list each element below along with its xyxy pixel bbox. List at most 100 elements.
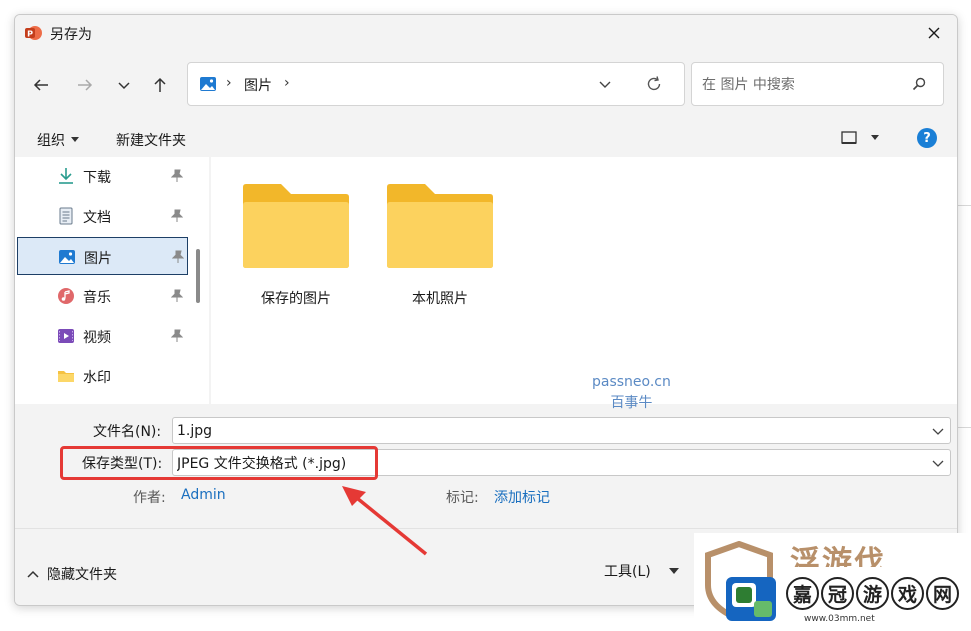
close-button[interactable] — [911, 15, 957, 51]
forward-button[interactable] — [71, 71, 99, 99]
backdrop-line — [958, 205, 971, 206]
folder-item[interactable]: 本机照片 — [385, 183, 495, 313]
logo-char: 戏 — [891, 577, 924, 610]
site-logo: 浮游伐 嘉 冠 游 戏 网 www.03mm.net — [694, 533, 971, 631]
save-form: 文件名(N): 保存类型(T): 作者: Admin 标记: 添加标记 — [15, 404, 957, 528]
filename-label: 文件名(N): — [93, 424, 162, 440]
folder-item[interactable]: 保存的图片 — [241, 183, 351, 313]
help-button[interactable]: ? — [917, 128, 937, 148]
pin-icon[interactable] — [172, 250, 184, 264]
sidebar-item-pictures[interactable]: 图片 — [17, 237, 188, 275]
view-pane-icon — [841, 131, 857, 144]
sidebar-item-label: 文档 — [83, 210, 111, 226]
powerpoint-icon: P — [25, 26, 42, 40]
watermark-text: passneo.cn 百事牛 — [592, 372, 671, 414]
navigation-bar: › 图片 › — [15, 51, 957, 115]
sidebar-item-downloads[interactable]: 下载 — [17, 157, 188, 195]
pin-icon[interactable] — [171, 209, 183, 223]
arrow-up-icon — [154, 77, 166, 92]
hide-folders-label: 隐藏文件夹 — [47, 567, 117, 583]
search-icon[interactable] — [911, 76, 927, 92]
pictures-icon — [58, 248, 76, 266]
logo-char: 冠 — [821, 577, 854, 610]
sidebar-item-label: 视频 — [83, 330, 111, 346]
sidebar-item-music[interactable]: 音乐 — [17, 277, 188, 315]
watermark-line-1: passneo.cn — [592, 374, 671, 390]
tags-value[interactable]: 添加标记 — [494, 487, 550, 507]
tools-button[interactable]: 工具(L) — [604, 561, 679, 581]
video-icon — [57, 327, 75, 345]
folder-name: 本机照片 — [412, 291, 468, 307]
sidebar-item-label: 图片 — [84, 251, 112, 267]
logo-characters: 嘉 冠 游 戏 网 — [786, 577, 959, 610]
organize-button[interactable]: 组织 — [37, 130, 79, 150]
chevron-down-icon[interactable] — [932, 426, 944, 436]
title-bar: P 另存为 — [15, 15, 957, 51]
arrow-right-icon — [78, 79, 93, 91]
pictures-icon — [200, 77, 216, 91]
pin-icon[interactable] — [171, 169, 183, 183]
logo-char: 网 — [926, 577, 959, 610]
recent-locations-button[interactable] — [110, 71, 138, 99]
sidebar-item-label: 水印 — [83, 370, 111, 386]
svg-text:P: P — [27, 30, 33, 39]
breadcrumb-current[interactable]: 图片 — [244, 75, 272, 95]
annotation-arrow-icon — [342, 486, 428, 556]
caret-down-icon — [71, 137, 79, 142]
caret-down-icon — [668, 568, 679, 574]
hide-folders-button[interactable]: 隐藏文件夹 — [27, 564, 117, 584]
document-icon — [57, 207, 75, 225]
folder-icon — [243, 184, 349, 268]
breadcrumb-separator[interactable]: › — [284, 75, 290, 91]
file-list: 保存的图片 本机照片 — [211, 157, 957, 404]
search-input[interactable] — [702, 75, 902, 95]
new-folder-button[interactable]: 新建文件夹 — [116, 130, 186, 150]
annotation-highlight — [60, 446, 378, 480]
logo-url: www.03mm.net — [804, 614, 875, 624]
tools-label: 工具(L) — [604, 564, 651, 580]
sidebar-item-documents[interactable]: 文档 — [17, 197, 188, 235]
pin-icon[interactable] — [171, 329, 183, 343]
sidebar-item-label: 音乐 — [83, 290, 111, 306]
folder-icon — [57, 367, 75, 385]
sidebar-item-watermark[interactable]: 水印 — [17, 357, 188, 395]
watermark-line-2: 百事牛 — [610, 395, 653, 411]
view-options-button[interactable] — [841, 131, 879, 145]
caret-down-icon — [871, 135, 879, 140]
address-bar[interactable]: › 图片 › — [187, 62, 685, 106]
refresh-icon[interactable] — [644, 74, 664, 94]
download-icon — [57, 167, 75, 185]
close-icon — [928, 27, 940, 39]
back-button[interactable] — [27, 71, 55, 99]
logo-top-text: 浮游伐 — [790, 545, 886, 567]
folder-icon — [387, 184, 493, 268]
arrow-left-icon — [33, 79, 48, 91]
logo-char: 游 — [856, 577, 889, 610]
folder-name: 保存的图片 — [261, 291, 331, 307]
navigation-scrollbar[interactable] — [196, 249, 200, 303]
tags-label: 标记: — [446, 490, 479, 506]
search-box[interactable] — [691, 62, 944, 106]
sidebar-item-videos[interactable]: 视频 — [17, 317, 188, 355]
organize-label: 组织 — [37, 133, 65, 149]
backdrop-line — [958, 427, 971, 428]
game-badge-icon — [726, 577, 776, 621]
author-label: 作者: — [133, 490, 166, 506]
chevron-up-icon — [27, 570, 39, 578]
address-history-icon[interactable] — [598, 77, 612, 91]
chevron-down-icon — [118, 82, 130, 90]
up-button[interactable] — [146, 71, 174, 99]
filename-field[interactable] — [172, 417, 951, 444]
command-bar: 组织 新建文件夹 ? — [15, 119, 957, 157]
filename-input[interactable] — [177, 421, 917, 441]
author-value[interactable]: Admin — [181, 487, 226, 503]
sidebar-item-label: 下载 — [83, 170, 111, 186]
music-icon — [57, 287, 75, 305]
pin-icon[interactable] — [171, 289, 183, 303]
window-title: 另存为 — [50, 27, 92, 43]
navigation-pane: 下载 文档 图片 音乐 视频 水印 — [15, 157, 209, 404]
save-as-dialog: P 另存为 › 图片 › 在 图片 中搜索 组织 新建文件夹 ? 下载 文档 图… — [14, 14, 958, 606]
breadcrumb-separator: › — [226, 75, 232, 91]
logo-char: 嘉 — [786, 577, 819, 610]
chevron-down-icon[interactable] — [932, 458, 944, 468]
